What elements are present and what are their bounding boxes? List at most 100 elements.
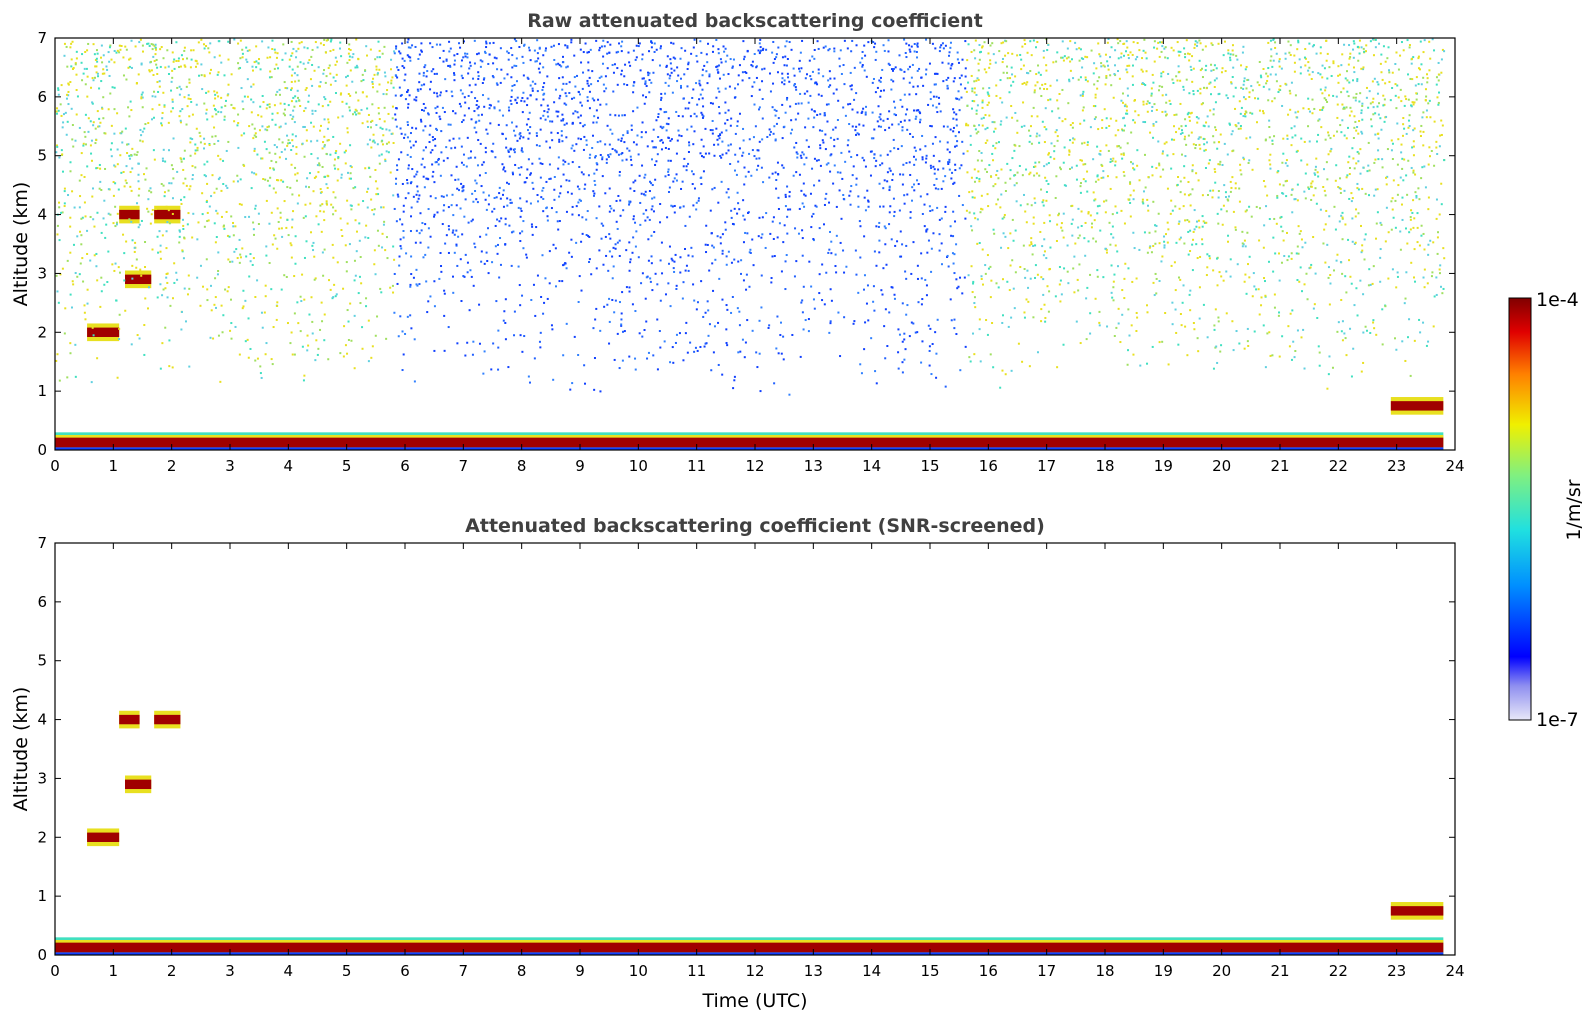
noise-pixel	[321, 251, 324, 254]
noise-pixel	[1063, 55, 1066, 58]
noise-pixel	[739, 350, 742, 353]
noise-pixel	[650, 208, 653, 211]
noise-pixel	[86, 95, 89, 98]
noise-pixel	[144, 241, 147, 244]
noise-pixel	[189, 141, 192, 144]
figure: Raw attenuated backscattering coefficien…	[10, 10, 1585, 1012]
noise-pixel	[86, 252, 89, 255]
noise-pixel	[687, 254, 690, 257]
noise-pixel	[812, 212, 815, 215]
noise-pixel	[608, 187, 611, 190]
noise-pixel	[528, 46, 531, 49]
noise-pixel	[423, 166, 426, 169]
noise-pixel	[632, 91, 635, 94]
noise-pixel	[185, 123, 188, 126]
noise-pixel	[659, 221, 662, 224]
noise-pixel	[712, 289, 715, 292]
noise-pixel	[725, 328, 728, 331]
noise-pixel	[345, 261, 348, 264]
noise-pixel	[646, 71, 649, 74]
noise-pixel	[1096, 269, 1099, 272]
noise-pixel	[279, 216, 282, 219]
noise-pixel	[892, 138, 895, 141]
noise-pixel	[143, 353, 146, 356]
noise-pixel	[305, 185, 308, 188]
noise-pixel	[643, 102, 646, 105]
noise-pixel	[519, 207, 522, 210]
noise-pixel	[1188, 293, 1191, 296]
noise-pixel	[328, 279, 331, 282]
noise-pixel	[813, 116, 816, 119]
noise-pixel	[1195, 225, 1198, 228]
noise-pixel	[931, 104, 934, 107]
noise-pixel	[1267, 99, 1270, 102]
noise-pixel	[944, 175, 947, 178]
noise-pixel	[897, 367, 900, 370]
noise-pixel	[63, 190, 66, 193]
noise-pixel	[285, 275, 288, 278]
noise-pixel	[669, 159, 672, 162]
noise-pixel	[396, 164, 399, 167]
noise-pixel	[340, 176, 343, 179]
noise-pixel	[840, 151, 843, 154]
noise-pixel	[629, 64, 632, 67]
noise-pixel	[152, 149, 155, 152]
noise-pixel	[727, 188, 730, 191]
noise-pixel	[847, 139, 850, 142]
noise-pixel	[520, 99, 523, 102]
noise-pixel	[1384, 60, 1387, 63]
noise-pixel	[382, 93, 385, 96]
noise-pixel	[1113, 335, 1116, 338]
noise-pixel	[1254, 97, 1257, 100]
noise-pixel	[442, 195, 445, 198]
noise-pixel	[291, 353, 294, 356]
noise-pixel	[179, 157, 182, 160]
noise-pixel	[167, 72, 170, 75]
noise-pixel	[517, 167, 520, 170]
noise-pixel	[720, 180, 723, 183]
noise-pixel	[715, 65, 718, 68]
noise-pixel	[961, 292, 964, 295]
noise-pixel	[298, 99, 301, 102]
noise-pixel	[1022, 64, 1025, 67]
noise-pixel	[1032, 106, 1035, 109]
noise-pixel	[102, 54, 105, 57]
noise-pixel	[455, 229, 458, 232]
noise-pixel	[1368, 169, 1371, 172]
noise-pixel	[670, 41, 673, 44]
noise-pixel	[390, 79, 393, 82]
noise-pixel	[781, 164, 784, 167]
noise-pixel	[683, 73, 686, 76]
noise-pixel	[466, 271, 469, 274]
noise-pixel	[670, 204, 673, 207]
noise-pixel	[937, 168, 940, 171]
noise-pixel	[724, 47, 727, 50]
noise-pixel	[255, 173, 258, 176]
noise-pixel	[939, 46, 942, 49]
noise-pixel	[828, 201, 831, 204]
noise-pixel	[1179, 180, 1182, 183]
noise-pixel	[1067, 56, 1070, 59]
noise-pixel	[1266, 194, 1269, 197]
noise-pixel	[546, 111, 549, 114]
noise-pixel	[464, 354, 467, 357]
noise-pixel	[125, 48, 128, 51]
noise-pixel	[888, 126, 891, 129]
noise-pixel	[349, 144, 352, 147]
noise-pixel	[803, 92, 806, 95]
noise-pixel	[876, 120, 879, 123]
noise-pixel	[846, 47, 849, 50]
noise-pixel	[129, 100, 132, 103]
noise-pixel	[139, 38, 142, 41]
noise-pixel	[220, 111, 223, 114]
noise-pixel	[161, 159, 164, 162]
noise-pixel	[1367, 106, 1370, 109]
noise-pixel	[576, 74, 579, 77]
noise-pixel	[372, 213, 375, 216]
noise-pixel	[472, 284, 475, 287]
noise-pixel	[71, 280, 74, 283]
noise-pixel	[92, 218, 95, 221]
noise-pixel	[774, 171, 777, 174]
noise-pixel	[684, 107, 687, 110]
noise-pixel	[273, 104, 276, 107]
